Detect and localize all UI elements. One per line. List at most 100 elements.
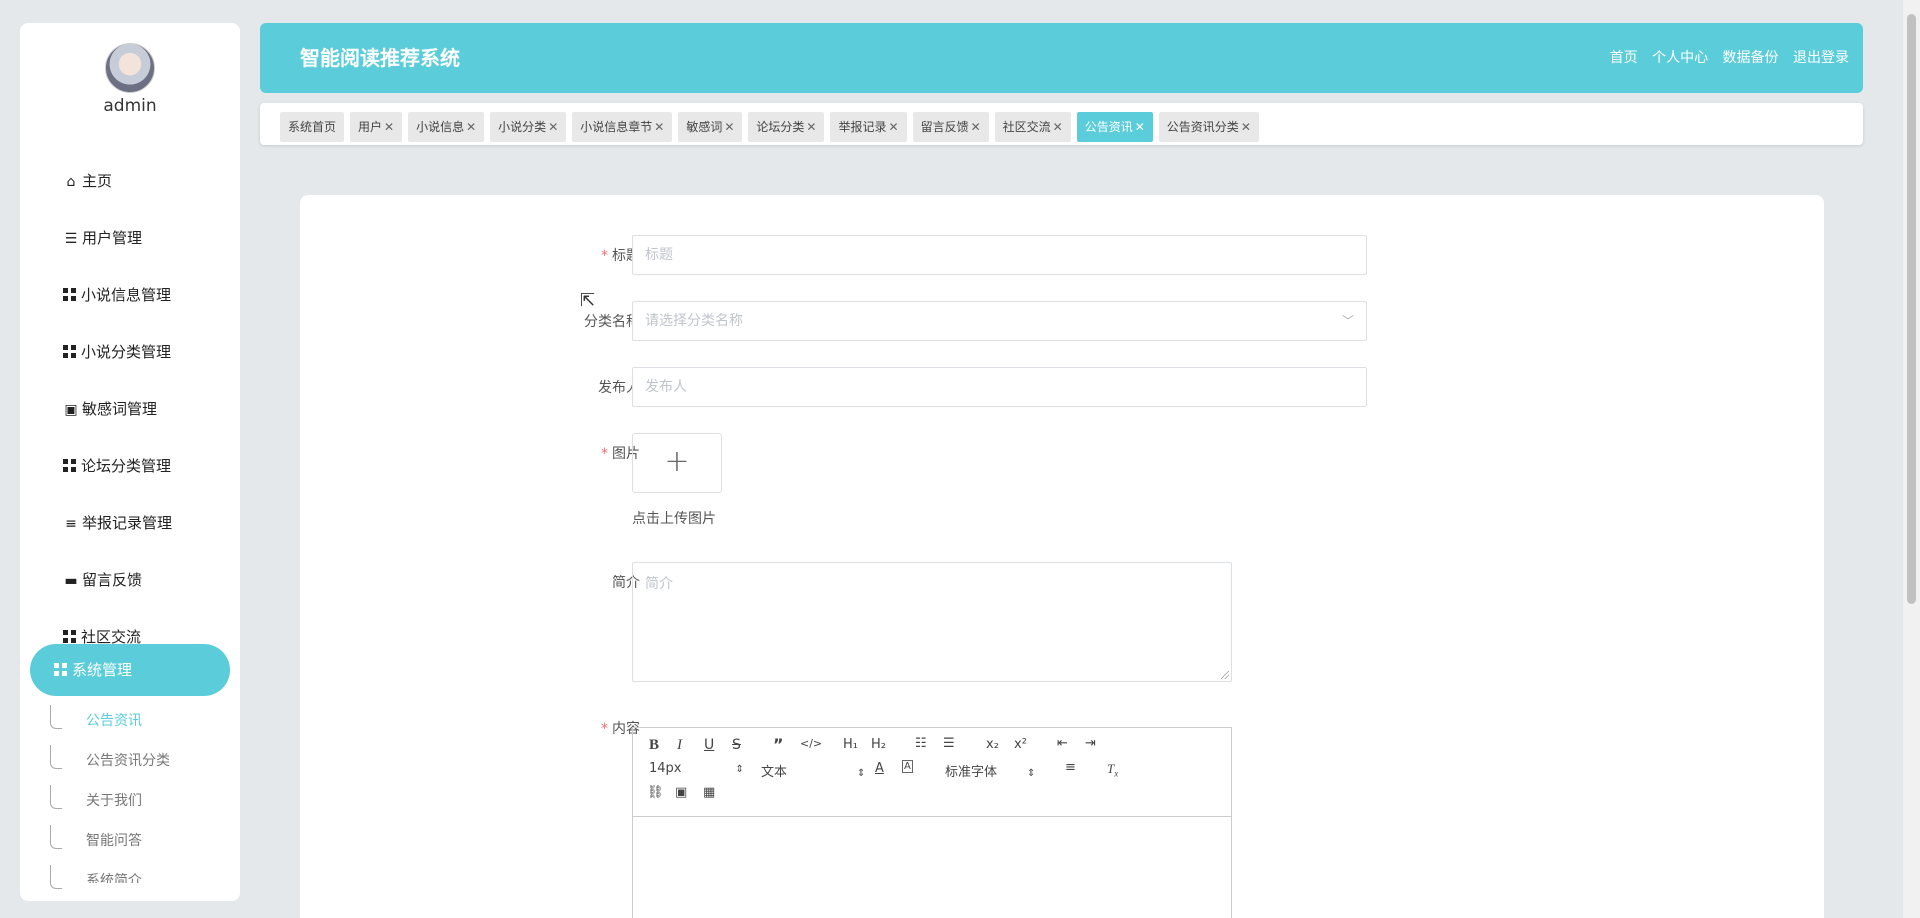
submenu-item-about-us[interactable]: 关于我们	[86, 789, 142, 813]
page-scrollbar[interactable]	[1903, 0, 1920, 918]
tab-community[interactable]: 社区交流 ✕	[994, 112, 1071, 142]
rich-text-editor: B I U S ” </> H₁ H₂ ☷ ☰ x₂ x² ⇤ ⇥ 14px ⇕ …	[632, 727, 1232, 918]
category-select[interactable]: 请选择分类名称 ﹀	[632, 301, 1367, 341]
publisher-input[interactable]: 发布人	[632, 367, 1367, 407]
submenu-item-smart-qa[interactable]: 智能问答	[86, 829, 142, 853]
tree-connector	[50, 865, 62, 889]
close-icon[interactable]: ✕	[971, 120, 981, 134]
plus-icon: +	[664, 444, 690, 479]
close-icon[interactable]: ✕	[384, 120, 394, 134]
select-arrows-icon: ⇕	[735, 764, 744, 775]
tab-announcement-category[interactable]: 公告资讯分类 ✕	[1158, 112, 1259, 142]
outdent-icon[interactable]: ⇤	[1057, 736, 1068, 751]
close-icon[interactable]: ✕	[724, 120, 734, 134]
font-size-select[interactable]: 14px ⇕	[649, 761, 744, 776]
sidebar-item-feedback[interactable]: ▬ 留言反馈	[63, 565, 142, 595]
header-link-logout[interactable]: 退出登录	[1793, 50, 1849, 66]
scrollbar-thumb[interactable]	[1907, 14, 1916, 604]
link-icon[interactable]: ⛓	[647, 785, 664, 800]
close-icon[interactable]: ✕	[1135, 120, 1145, 134]
tab-reports[interactable]: 举报记录 ✕	[830, 112, 907, 142]
video-icon[interactable]: ▦	[703, 785, 715, 800]
sidebar-item-novel-category[interactable]: 小说分类管理	[63, 337, 171, 367]
intro-textarea[interactable]: 简介	[632, 562, 1232, 682]
align-icon[interactable]: ≡	[1065, 760, 1076, 775]
grid-icon	[63, 345, 76, 358]
tree-connector	[50, 745, 62, 769]
block-type-value: 文本	[761, 765, 788, 780]
background-color-icon[interactable]: A	[902, 760, 913, 773]
header-link-home[interactable]: 首页	[1610, 50, 1638, 66]
bullet-list-icon[interactable]: ☰	[943, 736, 955, 751]
tab-label: 社区交流	[1002, 120, 1051, 134]
tab-novel-chapters[interactable]: 小说信息章节 ✕	[572, 112, 673, 142]
sidebar-item-reports[interactable]: ≡ 举报记录管理	[63, 508, 172, 538]
username: admin	[103, 96, 157, 116]
text-color-icon[interactable]: A	[875, 761, 884, 776]
strike-icon[interactable]: S	[732, 737, 741, 753]
avatar[interactable]	[105, 43, 155, 93]
tab-forum-category[interactable]: 论坛分类 ✕	[748, 112, 825, 142]
sidebar-item-label: 举报记录管理	[82, 514, 173, 532]
underline-icon[interactable]: U	[704, 737, 714, 753]
block-type-select[interactable]: 文本 ⇕	[761, 761, 865, 780]
editor-toolbar: B I U S ” </> H₁ H₂ ☷ ☰ x₂ x² ⇤ ⇥ 14px ⇕ …	[633, 728, 1231, 817]
code-icon[interactable]: </>	[800, 737, 822, 750]
tab-novel-info[interactable]: 小说信息 ✕	[408, 112, 485, 142]
tab-users[interactable]: 用户 ✕	[350, 112, 403, 142]
indent-icon[interactable]: ⇥	[1085, 736, 1096, 751]
submenu-item-announcement-category[interactable]: 公告资讯分类	[86, 749, 170, 773]
required-mark: *	[601, 721, 608, 737]
image-upload-button[interactable]: +	[632, 433, 722, 493]
sidebar-item-home[interactable]: ⌂ 主页	[63, 166, 112, 196]
tab-label: 留言反馈	[920, 120, 969, 134]
heading1-icon[interactable]: H₁	[843, 737, 858, 752]
tab-announcements[interactable]: 公告资讯 ✕	[1076, 112, 1153, 142]
resize-handle-icon[interactable]	[1221, 671, 1229, 679]
bold-icon[interactable]: B	[649, 737, 659, 754]
sidebar-item-label: 小说分类管理	[81, 343, 172, 361]
close-icon[interactable]: ✕	[1241, 120, 1251, 134]
submenu-item-system-intro[interactable]: 系统简介	[86, 869, 142, 883]
sidebar-item-forum-category[interactable]: 论坛分类管理	[63, 451, 171, 481]
sidebar-item-novel-info[interactable]: 小说信息管理	[63, 280, 171, 310]
superscript-icon[interactable]: x²	[1014, 737, 1027, 752]
ordered-list-icon[interactable]: ☷	[915, 736, 927, 751]
tab-sensitive-words[interactable]: 敏感词 ✕	[678, 112, 743, 142]
sidebar-item-system[interactable]: 系统管理	[30, 644, 230, 696]
close-icon[interactable]: ✕	[654, 120, 664, 134]
image-icon[interactable]: ▣	[675, 785, 687, 800]
sidebar-item-sensitive-words[interactable]: ▣ 敏感词管理	[63, 394, 157, 424]
italic-icon[interactable]: I	[677, 737, 682, 754]
subscript-icon[interactable]: x₂	[986, 737, 999, 752]
submenu-item-announcements[interactable]: 公告资讯	[86, 709, 142, 733]
header-link-backup[interactable]: 数据备份	[1723, 50, 1779, 66]
close-icon[interactable]: ✕	[466, 120, 476, 134]
sidebar-item-label: 主页	[82, 172, 113, 190]
close-icon[interactable]: ✕	[1053, 120, 1063, 134]
sidebar-item-users[interactable]: ☰ 用户管理	[63, 223, 142, 253]
required-mark: *	[601, 446, 608, 462]
tab-feedback[interactable]: 留言反馈 ✕	[912, 112, 989, 142]
tab-novel-category[interactable]: 小说分类 ✕	[490, 112, 567, 142]
grid-icon	[63, 288, 76, 301]
blockquote-icon[interactable]: ”	[773, 735, 784, 754]
header-links: 首页 个人中心 数据备份 退出登录	[1600, 23, 1849, 93]
sliders-icon: ≡	[65, 516, 77, 532]
title-input[interactable]: 标题	[632, 235, 1367, 275]
close-icon[interactable]: ✕	[889, 120, 899, 134]
clear-format-icon[interactable]: Tx	[1107, 761, 1118, 779]
font-family-select[interactable]: 标准字体 ⇕	[945, 761, 1035, 780]
close-icon[interactable]: ✕	[548, 120, 558, 134]
upload-hint: 点击上传图片	[632, 511, 716, 527]
header-link-profile[interactable]: 个人中心	[1652, 50, 1708, 66]
tab-label: 论坛分类	[756, 120, 805, 134]
tab-label: 举报记录	[838, 120, 887, 134]
list-icon: ☰	[64, 231, 78, 247]
tab-system-home[interactable]: 系统首页	[280, 112, 345, 142]
heading2-icon[interactable]: H₂	[871, 737, 886, 752]
sidebar-item-label: 留言反馈	[82, 571, 143, 589]
intro-placeholder: 简介	[645, 576, 673, 592]
mouse-cursor-icon: ⇱	[580, 290, 596, 311]
close-icon[interactable]: ✕	[806, 120, 816, 134]
